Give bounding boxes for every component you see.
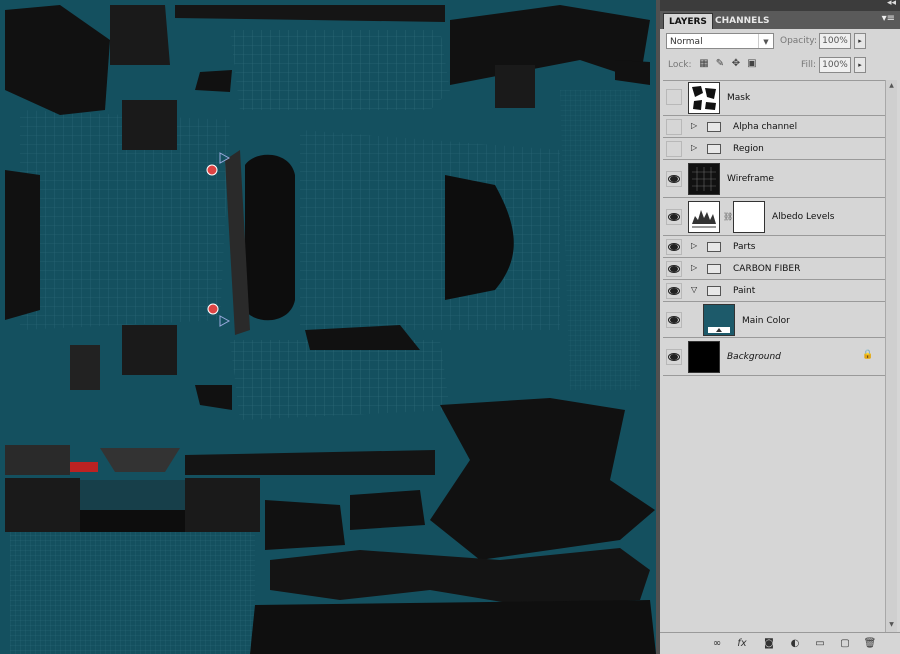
link-icon[interactable]: ∞: [710, 637, 724, 650]
lock-all-icon[interactable]: ▣: [746, 58, 758, 70]
visibility-toggle-icon[interactable]: [666, 283, 682, 299]
layer-thumbnail: [688, 341, 720, 373]
folder-icon: [707, 144, 721, 154]
layer-name: CARBON FIBER: [733, 264, 801, 274]
visibility-toggle-icon[interactable]: [666, 119, 682, 135]
scroll-down-icon[interactable]: ▼: [886, 620, 897, 630]
layer-group-carbon-fiber[interactable]: ▷ CARBON FIBER: [663, 258, 885, 280]
visibility-toggle-icon[interactable]: [666, 171, 682, 187]
panel-titlebar: ◂◂: [660, 0, 900, 11]
lock-icon: 🔒: [862, 350, 874, 360]
blend-mode-select[interactable]: Normal ▼: [666, 33, 774, 49]
tab-channels[interactable]: CHANNELS: [710, 13, 775, 29]
expand-triangle-icon[interactable]: ▷: [691, 263, 697, 272]
layer-background[interactable]: Background 🔒: [663, 338, 885, 376]
layer-name: Wireframe: [727, 174, 774, 184]
expand-triangle-icon[interactable]: ▷: [691, 121, 697, 130]
layer-name: Albedo Levels: [772, 212, 835, 222]
layer-thumbnail: [688, 82, 720, 114]
layer-name: Background: [727, 352, 781, 362]
fill-slider-icon[interactable]: ▸: [854, 57, 866, 73]
mask-icon[interactable]: ◙: [762, 637, 776, 650]
fill-layer-thumbnail: [703, 304, 735, 336]
layer-group-paint[interactable]: ▽ Paint: [663, 280, 885, 302]
lock-move-icon[interactable]: ✥: [730, 58, 742, 70]
visibility-toggle-icon[interactable]: [666, 89, 682, 105]
opacity-slider-icon[interactable]: ▸: [854, 33, 866, 49]
opacity-label: Opacity:: [780, 36, 817, 46]
folder-icon: [707, 264, 721, 274]
layer-group-parts[interactable]: ▷ Parts: [663, 236, 885, 258]
folder-icon: [707, 122, 721, 132]
layer-mask[interactable]: Mask: [663, 81, 885, 116]
panel-menu-icon[interactable]: ▾≡: [882, 13, 895, 24]
lock-label: Lock:: [668, 60, 692, 70]
opacity-input[interactable]: 100%: [819, 33, 851, 49]
trash-icon[interactable]: 🗑: [863, 637, 877, 650]
panel-tabs: LAYERS CHANNELS ▾≡: [660, 11, 900, 29]
layer-albedo-levels[interactable]: ⛓ Albedo Levels: [663, 198, 885, 236]
adjustment-icon[interactable]: ◐: [788, 637, 802, 650]
layer-thumbnail: [688, 163, 720, 195]
visibility-toggle-icon[interactable]: [666, 209, 682, 225]
visibility-toggle-icon[interactable]: [666, 239, 682, 255]
uv-texture-artwork: [0, 0, 656, 654]
layer-name: Main Color: [742, 316, 790, 326]
layer-group-region[interactable]: ▷ Region: [663, 138, 885, 160]
lock-row: Lock: ▦ ✎ ✥ ▣ Fill: 100% ▸: [666, 57, 894, 75]
layer-name: Region: [733, 144, 764, 154]
folder-icon: [707, 242, 721, 252]
visibility-toggle-icon[interactable]: [666, 261, 682, 277]
collapse-triangle-icon[interactable]: ▽: [691, 285, 697, 294]
levels-adjustment-icon: [688, 201, 720, 233]
new-layer-icon[interactable]: ▢: [838, 637, 852, 650]
layer-name: Alpha channel: [733, 122, 798, 132]
chain-link-icon[interactable]: ⛓: [723, 212, 733, 221]
visibility-toggle-icon[interactable]: [666, 312, 682, 328]
document-canvas[interactable]: [0, 0, 656, 654]
collapse-icon[interactable]: ◂◂: [887, 0, 896, 8]
layer-main-color[interactable]: Main Color: [663, 302, 885, 338]
layer-name: Parts: [733, 242, 756, 252]
chevron-down-icon: ▼: [758, 34, 773, 48]
layers-panel: ◂◂ LAYERS CHANNELS ▾≡ Normal ▼ Opacity: …: [660, 0, 900, 654]
folder-icon: [707, 286, 721, 296]
layers-scrollbar[interactable]: ▲ ▼: [885, 80, 897, 632]
layer-name: Paint: [733, 286, 756, 296]
visibility-toggle-icon[interactable]: [666, 349, 682, 365]
new-group-icon[interactable]: ▭: [813, 637, 827, 650]
scroll-up-icon[interactable]: ▲: [886, 81, 897, 91]
layer-group-alpha-channel[interactable]: ▷ Alpha channel: [663, 116, 885, 138]
fill-input[interactable]: 100%: [819, 57, 851, 73]
expand-triangle-icon[interactable]: ▷: [691, 241, 697, 250]
blend-row: Normal ▼ Opacity: 100% ▸: [666, 33, 894, 51]
layer-wireframe[interactable]: Wireframe: [663, 160, 885, 198]
layer-mask-thumbnail[interactable]: [733, 201, 765, 233]
fx-icon[interactable]: fx: [735, 637, 749, 650]
tab-layers[interactable]: LAYERS: [663, 13, 713, 29]
blend-mode-value: Normal: [670, 37, 703, 47]
visibility-toggle-icon[interactable]: [666, 141, 682, 157]
layer-name: Mask: [727, 93, 751, 103]
expand-triangle-icon[interactable]: ▷: [691, 143, 697, 152]
lock-transparent-icon[interactable]: ▦: [698, 58, 710, 70]
layers-footer: ∞ fx ◙ ◐ ▭ ▢ 🗑: [660, 632, 900, 654]
lock-paint-icon[interactable]: ✎: [714, 58, 726, 70]
layers-list: Mask ▷ Alpha channel ▷ Region Wireframe: [663, 80, 885, 633]
fill-label: Fill:: [801, 60, 817, 70]
